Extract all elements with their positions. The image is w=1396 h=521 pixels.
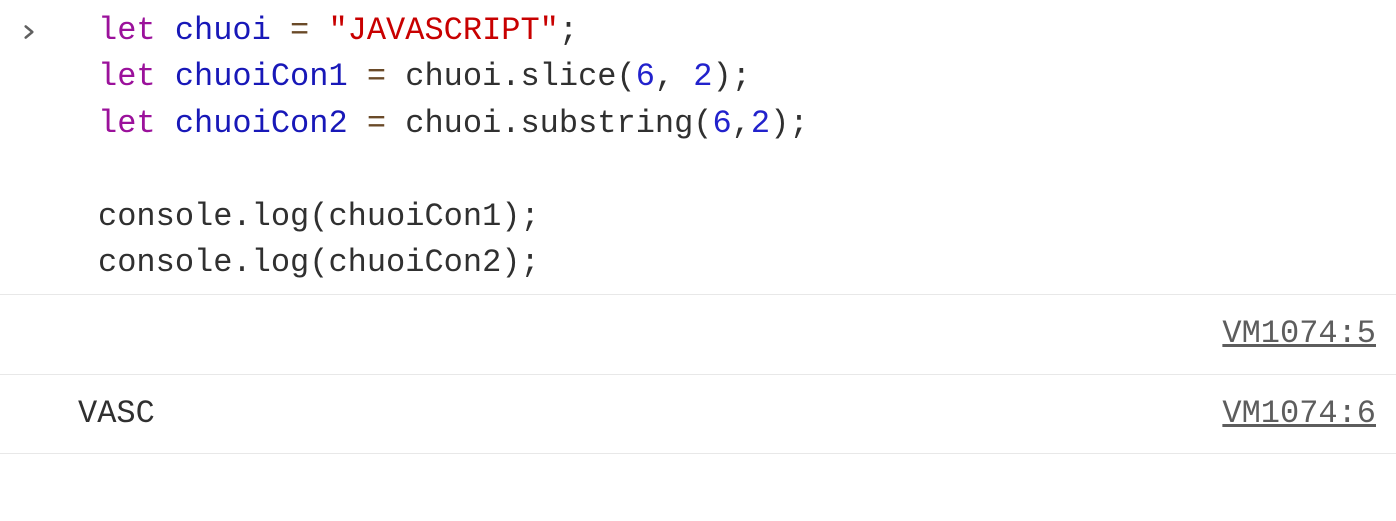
object-ref: chuoi — [405, 58, 501, 95]
dot: . — [501, 58, 520, 95]
var-name: chuoiCon2 — [175, 105, 348, 142]
object-ref: chuoi — [405, 105, 501, 142]
keyword-let: let — [98, 58, 156, 95]
keyword-let: let — [98, 105, 156, 142]
code-content: let chuoi = "JAVASCRIPT"; let chuoiCon1 … — [60, 8, 1396, 286]
object-ref: console — [98, 244, 232, 281]
open-paren: ( — [309, 198, 328, 235]
dot: . — [232, 198, 251, 235]
open-paren: ( — [693, 105, 712, 142]
object-ref: console — [98, 198, 232, 235]
source-link[interactable]: VM1074:5 — [1222, 311, 1376, 357]
console-input-block[interactable]: let chuoi = "JAVASCRIPT"; let chuoiCon1 … — [0, 0, 1396, 295]
method-name: substring — [520, 105, 693, 142]
operator: = — [290, 12, 309, 49]
close-paren: ); — [713, 58, 751, 95]
dot: . — [501, 105, 520, 142]
keyword-let: let — [98, 12, 156, 49]
arg-name: chuoiCon2 — [328, 244, 501, 281]
open-paren: ( — [616, 58, 635, 95]
dot: . — [232, 244, 251, 281]
semicolon: ; — [559, 12, 578, 49]
blank-line — [98, 147, 1396, 193]
var-name: chuoiCon1 — [175, 58, 348, 95]
number-literal: 6 — [713, 105, 732, 142]
console-area: let chuoi = "JAVASCRIPT"; let chuoiCon1 … — [0, 0, 1396, 454]
method-name: log — [252, 198, 310, 235]
number-literal: 2 — [693, 58, 712, 95]
open-paren: ( — [309, 244, 328, 281]
var-name: chuoi — [175, 12, 271, 49]
number-literal: 2 — [751, 105, 770, 142]
comma: , — [655, 58, 693, 95]
number-literal: 6 — [636, 58, 655, 95]
method-name: slice — [520, 58, 616, 95]
chevron-right-icon — [20, 8, 60, 286]
comma: , — [732, 105, 751, 142]
operator: = — [367, 58, 386, 95]
arg-name: chuoiCon1 — [328, 198, 501, 235]
close-paren: ); — [501, 198, 539, 235]
console-output-row: VASC VM1074:6 — [0, 375, 1396, 454]
method-name: log — [252, 244, 310, 281]
close-paren: ); — [501, 244, 539, 281]
console-output-row: VM1074:5 — [0, 295, 1396, 374]
string-literal: "JAVASCRIPT" — [328, 12, 558, 49]
close-paren: ); — [770, 105, 808, 142]
source-link[interactable]: VM1074:6 — [1222, 391, 1376, 437]
operator: = — [367, 105, 386, 142]
output-text: VASC — [78, 391, 155, 437]
